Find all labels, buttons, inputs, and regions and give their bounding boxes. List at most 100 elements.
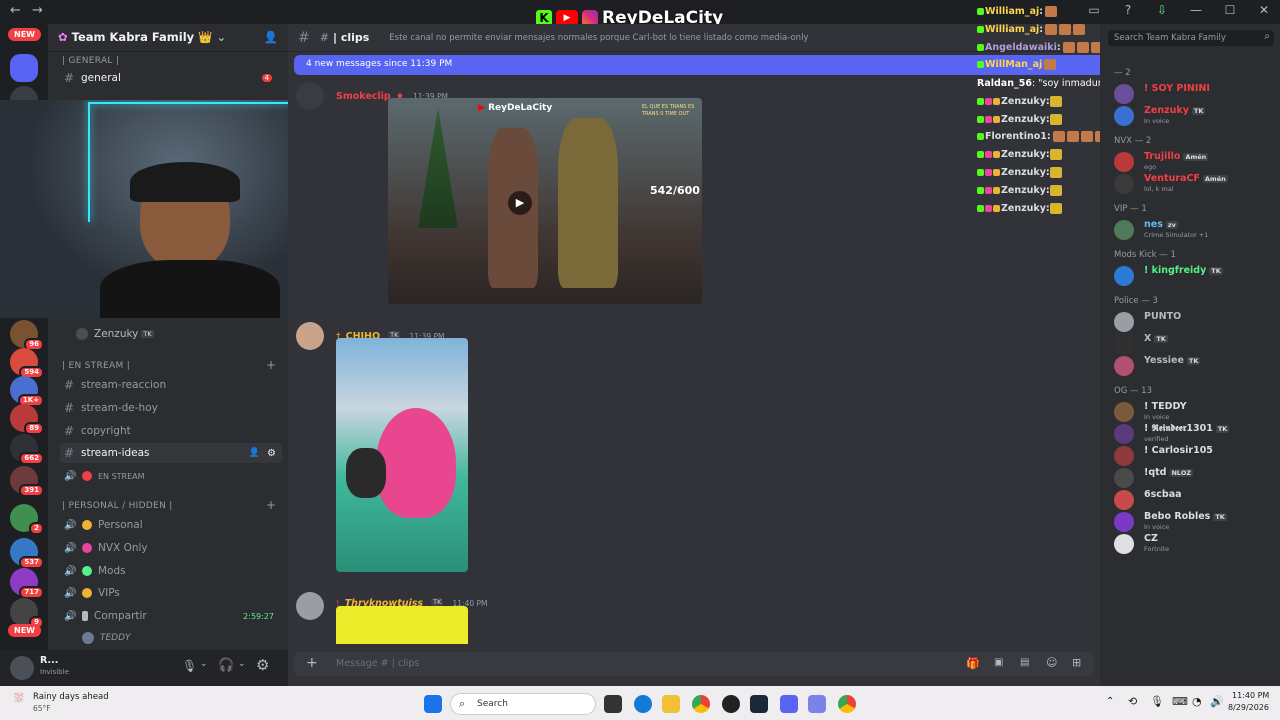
gif-icon[interactable]: ▣ <box>994 657 1003 668</box>
server-icon-11[interactable]: 717 <box>10 568 44 599</box>
chevron-down-icon[interactable]: ⌄ <box>238 659 246 669</box>
close-icon[interactable]: ✕ <box>1256 3 1272 17</box>
microphone-icon[interactable]: 🎙 <box>182 659 197 673</box>
voice-channel-vips[interactable]: 🔊 VIPs <box>60 583 282 603</box>
avatar[interactable] <box>296 82 324 110</box>
volume-icon[interactable]: 🔊 <box>1210 695 1224 708</box>
video-embed[interactable]: ▶ ReyDeLaCity EL QUE ES TRANS ES TRANS 0… <box>388 98 702 304</box>
member-item[interactable]: Yessiee TK <box>1112 354 1276 378</box>
member-item[interactable]: ! SOY PININI <box>1112 82 1276 106</box>
member-item[interactable]: 6scbaa <box>1112 488 1276 512</box>
member-item[interactable]: VenturaCF Amén lol, k mal <box>1112 172 1276 196</box>
tray-icon[interactable]: ⟲ <box>1128 695 1137 708</box>
member-item[interactable]: ! kingfreidy TK <box>1112 264 1276 288</box>
keyboard-icon[interactable]: ⌨ <box>1172 695 1188 708</box>
member-item[interactable]: Trujillo Amén ego <box>1112 150 1276 174</box>
image-embed[interactable] <box>336 606 468 644</box>
member-item[interactable]: PUNTO <box>1112 310 1276 334</box>
play-icon[interactable]: ▶ <box>508 191 532 215</box>
task-view-icon[interactable] <box>604 695 622 713</box>
channel-copyright[interactable]: # copyright <box>60 421 282 441</box>
gear-icon[interactable]: ⚙ <box>267 448 276 459</box>
server-icon-9[interactable]: 2 <box>10 504 44 535</box>
search-input[interactable]: Search Team Kabra Family ⌕ <box>1108 30 1274 46</box>
clock-date[interactable]: 8/29/2026 <box>1228 703 1269 712</box>
channel-stream-de-hoy[interactable]: # stream-de-hoy <box>60 398 282 418</box>
headphones-icon[interactable]: 🎧 <box>218 658 234 673</box>
add-attachment-icon[interactable]: + <box>306 655 318 671</box>
teams-icon[interactable] <box>808 695 826 713</box>
chrome-icon[interactable] <box>692 695 710 713</box>
member-item[interactable]: nes zv Crime Simulator +1 <box>1112 218 1276 242</box>
server-icon-10[interactable]: 537 <box>10 538 44 569</box>
forward-arrow-icon[interactable]: → <box>32 3 43 18</box>
channel-stream-ideas[interactable]: # stream-ideas 👤 ⚙ <box>60 443 282 463</box>
add-member-icon[interactable]: 👤 <box>249 448 260 458</box>
weather-title[interactable]: Rainy days ahead <box>33 692 109 702</box>
voice-channel-mods[interactable]: 🔊 Mods <box>60 561 282 581</box>
member-item[interactable]: X TK <box>1112 332 1276 356</box>
server-icon-12[interactable]: 9 <box>10 598 44 629</box>
server-icon-7[interactable]: 662 <box>10 434 44 465</box>
server-icon-1[interactable] <box>10 54 38 82</box>
wifi-icon[interactable]: ◔ <box>1192 695 1202 708</box>
server-icon-8[interactable]: 391 <box>10 466 44 497</box>
chevron-up-icon[interactable]: ⌃ <box>1106 696 1114 707</box>
microphone-icon[interactable]: 🎙 <box>1150 695 1164 708</box>
weather-icon[interactable]: ⛆ <box>14 691 24 706</box>
add-channel-icon[interactable]: + <box>266 498 276 512</box>
discord-icon[interactable] <box>780 695 798 713</box>
channel-stream-reaccion[interactable]: # stream-reaccion <box>60 375 282 395</box>
server-icon-4[interactable]: 594 <box>10 348 44 379</box>
steam-icon[interactable] <box>750 695 768 713</box>
maximize-icon[interactable]: ☐ <box>1222 3 1238 17</box>
back-arrow-icon[interactable]: ← <box>10 3 21 18</box>
windows-start-icon[interactable] <box>424 695 442 713</box>
avatar[interactable] <box>296 322 324 350</box>
voice-channel-nvx-only[interactable]: 🔊 NVX Only <box>60 538 282 558</box>
category-general[interactable]: | GENERAL | <box>62 56 119 66</box>
member-item[interactable]: ! TEDDY In voice <box>1112 400 1276 424</box>
clock-time[interactable]: 11:40 PM <box>1232 691 1269 700</box>
channel-general[interactable]: # general 4 <box>60 68 282 88</box>
message-composer[interactable]: + Message # | clips 🎁 ▣ ▤ ☺ ⊞ <box>294 652 1094 676</box>
minimize-icon[interactable]: — <box>1188 3 1204 17</box>
download-icon[interactable]: ⇩ <box>1154 3 1170 17</box>
image-embed[interactable] <box>336 338 468 572</box>
apps-icon[interactable]: ⊞ <box>1072 656 1081 669</box>
message-author[interactable]: Smokeclip <box>336 91 391 102</box>
category-en-stream[interactable]: | EN STREAM | <box>62 361 130 371</box>
member-item[interactable]: Bebo Robles TK In voice <box>1112 510 1276 534</box>
avatar[interactable] <box>10 656 34 680</box>
help-icon[interactable]: ? <box>1120 3 1136 17</box>
voice-channel-en-stream[interactable]: 🔊 EN STREAM <box>60 466 282 486</box>
inbox-icon[interactable]: ▭ <box>1086 3 1102 17</box>
voice-channel-personal[interactable]: 🔊 Personal <box>60 515 282 535</box>
voice-user-teddy[interactable]: TEDDY <box>78 628 278 648</box>
file-explorer-icon[interactable] <box>662 695 680 713</box>
server-header[interactable]: ✿ Team Kabra Family 👑 ⌄ 👤 <box>48 24 288 52</box>
server-icon-6[interactable]: 89 <box>10 404 44 435</box>
gift-icon[interactable]: 🎁 <box>966 657 980 670</box>
avatar[interactable] <box>296 592 324 620</box>
chevron-down-icon[interactable]: ⌄ <box>200 659 208 669</box>
member-item[interactable]: !qtd NLOZ <box>1112 466 1276 490</box>
member-item[interactable]: Zenzuky TK In voice <box>1112 104 1276 128</box>
obs-icon[interactable] <box>722 695 740 713</box>
member-item[interactable]: ! Carlosir105 <box>1112 444 1276 468</box>
edge-icon[interactable] <box>634 695 652 713</box>
invite-people-icon[interactable]: 👤 <box>264 30 278 44</box>
sticker-icon[interactable]: ▤ <box>1020 657 1029 668</box>
add-channel-icon[interactable]: + <box>266 358 276 372</box>
server-icon-3[interactable]: 96 <box>10 320 44 351</box>
voice-channel-compartir[interactable]: 🔊 Compartir 2:59:27 <box>60 606 282 626</box>
emoji-icon[interactable]: ☺ <box>1046 656 1057 669</box>
taskbar-search[interactable]: ⌕ Search <box>450 693 596 715</box>
category-personal[interactable]: | PERSONAL / HIDDEN | <box>62 501 173 511</box>
member-item[interactable]: ! 𝕽𝖊𝖎𝖓𝖉𝖊𝖊𝖗1301 TK verified <box>1112 422 1276 446</box>
voice-user-zenzuky[interactable]: Zenzuky TK <box>72 324 294 344</box>
chrome-icon-2[interactable] <box>838 695 856 713</box>
gear-icon[interactable]: ⚙ <box>256 656 269 674</box>
server-icon-5[interactable]: 1K+ <box>10 376 44 407</box>
member-item[interactable]: CZ Fortnite <box>1112 532 1276 556</box>
